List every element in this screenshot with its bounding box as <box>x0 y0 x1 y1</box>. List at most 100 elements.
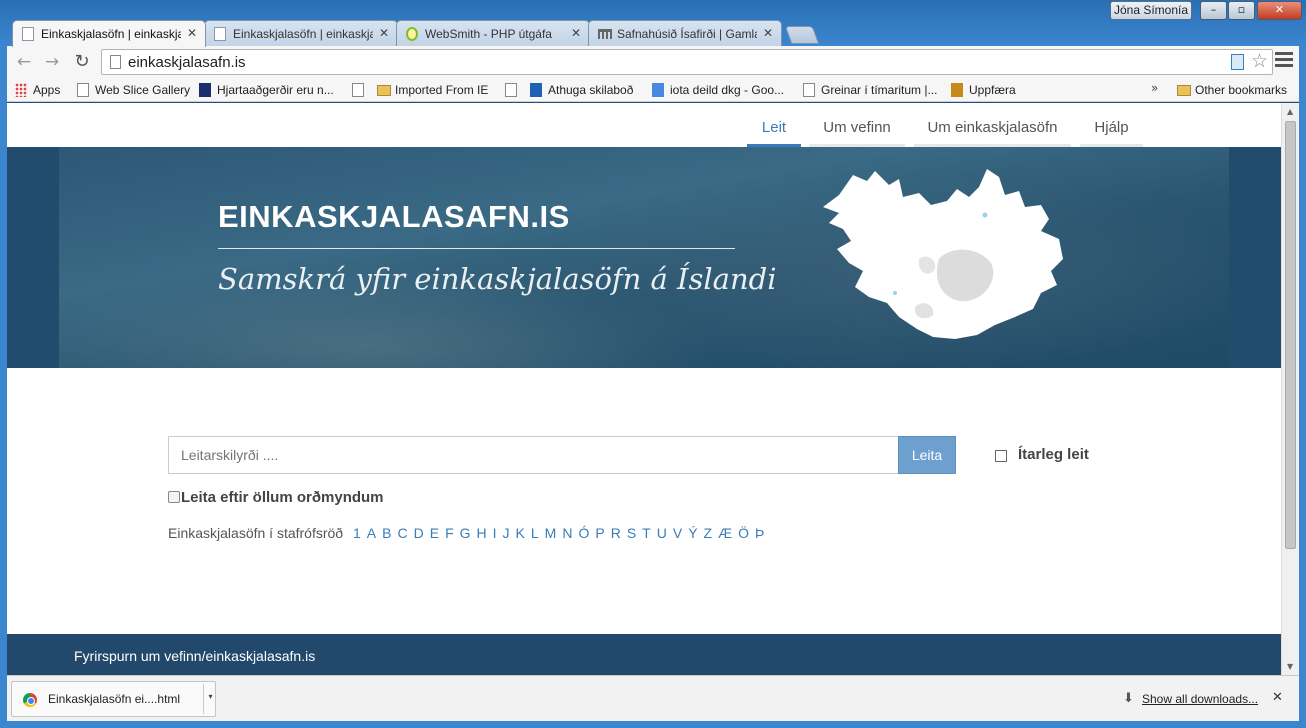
alphabet-letter-link[interactable]: C <box>397 525 407 541</box>
alphabet-letter-link[interactable]: F <box>445 525 454 541</box>
search-field[interactable] <box>168 436 898 474</box>
mbl-icon <box>199 83 211 97</box>
alphabet-letter-link[interactable]: S <box>627 525 636 541</box>
alphabet-letter-link[interactable]: Æ <box>718 525 732 541</box>
bookmark-mbl[interactable]: Hjartaaðgerðir eru n... <box>199 82 334 98</box>
page-icon <box>22 27 34 41</box>
alphabet-letter-link[interactable]: Ö <box>738 525 749 541</box>
scroll-up-arrow-icon[interactable]: ▲ <box>1287 107 1293 116</box>
close-shelf-icon[interactable]: ✕ <box>1272 690 1283 705</box>
reload-icon[interactable]: ↻ <box>70 51 94 73</box>
bookmark-imported-from-ie[interactable]: Imported From IE <box>377 82 488 98</box>
bookmark-greinar[interactable]: Greinar í tímaritum |... <box>803 82 937 98</box>
hero-image: EINKASKJALASAFN.IS Samskrá yfir einkaskj… <box>59 147 1229 368</box>
scroll-down-arrow-icon[interactable]: ▼ <box>1287 662 1293 671</box>
window-frame-left <box>0 46 7 728</box>
bookmark-iota-deild[interactable]: iota deild dkg - Goo... <box>652 82 784 98</box>
download-item[interactable]: Einkaskjalasöfn ei....html ▾ <box>11 681 216 717</box>
hero-title[interactable]: EINKASKJALASAFN.IS <box>218 199 570 235</box>
download-shelf: Einkaskjalasöfn ei....html ▾ ⬇ Show all … <box>7 675 1299 721</box>
site-navigation: Leit Um vefinn Um einkaskjalasöfn Hjálp <box>747 111 1197 147</box>
alphabet-letter-link[interactable]: 1 <box>353 525 361 541</box>
bookmark-star-icon[interactable]: ☆ <box>1251 50 1268 72</box>
hero-subtitle: Samskrá yfir einkaskjalasöfn á Íslandi <box>218 262 777 296</box>
advanced-search-checkbox[interactable] <box>995 450 1007 462</box>
alphabet-letter-link[interactable]: H <box>477 525 487 541</box>
back-arrow-icon[interactable]: ← <box>12 51 36 73</box>
search-input[interactable] <box>169 437 898 473</box>
all-word-forms-checkbox[interactable] <box>168 491 180 503</box>
alphabet-letter-link[interactable]: Ý <box>688 525 697 541</box>
nav-um-einkaskjalasofn[interactable]: Um einkaskjalasöfn <box>914 111 1071 147</box>
footer-contact-link[interactable]: Fyrirspurn um vefinn/einkaskjalasafn.is <box>74 648 315 664</box>
chrome-menu-icon[interactable] <box>1275 52 1293 72</box>
nav-leit[interactable]: Leit <box>747 111 801 147</box>
forward-arrow-icon[interactable]: → <box>40 51 64 73</box>
page-icon <box>214 27 226 41</box>
tab-websmith[interactable]: WebSmith - PHP útgáfa ✕ <box>396 20 590 46</box>
tab-safnahusid[interactable]: Safnahúsið Ísafirði | Gamla sjúkrahúsið … <box>588 20 782 46</box>
alphabet-letter-link[interactable]: P <box>595 525 604 541</box>
download-options-caret-icon[interactable]: ▾ <box>203 684 217 714</box>
alphabet-letter-link[interactable]: T <box>642 525 651 541</box>
alphabet-letter-link[interactable]: K <box>516 525 525 541</box>
alphabet-letter-link[interactable]: J <box>503 525 510 541</box>
tab-einkaskjalasafn-1[interactable]: Einkaskjalasöfn | einkaskjalasafn.is ✕ <box>12 20 206 47</box>
hero-banner: EINKASKJALASAFN.IS Samskrá yfir einkaskj… <box>7 147 1281 368</box>
bookmark-blank-1[interactable] <box>352 82 370 98</box>
bookmark-blank-2[interactable] <box>505 82 523 98</box>
alphabet-letter-link[interactable]: L <box>531 525 539 541</box>
alphabet-letter-link[interactable]: I <box>493 525 497 541</box>
tab-title: Safnahúsið Ísafirði | Gamla sjúkrahúsið <box>617 27 757 41</box>
scrollbar-thumb[interactable] <box>1285 121 1296 549</box>
alphabet-letter-link[interactable]: Z <box>704 525 713 541</box>
alphabet-letter-link[interactable]: Ó <box>578 525 589 541</box>
close-tab-icon[interactable]: ✕ <box>379 26 389 40</box>
alphabet-letter-link[interactable]: M <box>545 525 557 541</box>
bookmark-apps[interactable]: Apps <box>15 82 60 98</box>
profile-button[interactable]: Jóna Símonía <box>1110 1 1192 20</box>
alphabetical-index-label: Einkaskjalasöfn í stafrófsröð <box>168 525 344 541</box>
folder-icon <box>377 85 391 96</box>
folder-icon <box>1177 85 1191 96</box>
websmith-icon <box>406 27 418 41</box>
footer: Fyrirspurn um vefinn/einkaskjalasafn.is <box>7 634 1281 675</box>
alphabet-letter-link[interactable]: N <box>562 525 572 541</box>
alphabet-letter-link[interactable]: R <box>611 525 621 541</box>
close-tab-icon[interactable]: ✕ <box>571 26 581 40</box>
nav-um-vefinn[interactable]: Um vefinn <box>809 111 905 147</box>
nav-hjalp[interactable]: Hjálp <box>1080 111 1143 147</box>
vertical-scrollbar[interactable]: ▲ ▼ <box>1281 103 1299 675</box>
tab-title: WebSmith - PHP útgáfa <box>425 27 552 41</box>
bookmarks-bar: Apps Web Slice Gallery Hjartaaðgerðir er… <box>7 78 1299 102</box>
close-window-button[interactable]: ✕ <box>1257 1 1302 20</box>
minimize-button[interactable]: – <box>1200 1 1227 20</box>
all-word-forms-label[interactable]: Leita eftir öllum orðmyndum <box>181 489 384 506</box>
bookmark-web-slice-gallery[interactable]: Web Slice Gallery <box>77 82 190 98</box>
hero-divider <box>218 248 735 249</box>
address-bar[interactable]: ☆ <box>101 49 1273 75</box>
url-input[interactable] <box>128 53 1208 71</box>
advanced-search-label[interactable]: Ítarleg leit <box>1018 446 1089 463</box>
bookmark-uppfaera[interactable]: Uppfæra <box>951 82 1016 98</box>
bookmark-athuga-skilabod[interactable]: Athuga skilaboð <box>530 82 633 98</box>
close-tab-icon[interactable]: ✕ <box>187 26 197 40</box>
bookmark-other[interactable]: Other bookmarks <box>1177 82 1287 98</box>
search-button[interactable]: Leita <box>898 436 956 474</box>
alphabet-letter-link[interactable]: D <box>414 525 424 541</box>
alphabet-letter-link[interactable]: B <box>382 525 391 541</box>
browser-toolbar: ← → ↻ ☆ <box>7 46 1299 78</box>
document-icon[interactable] <box>1231 54 1244 70</box>
maximize-button[interactable]: ▫ <box>1228 1 1255 20</box>
alphabet-letter-link[interactable]: G <box>460 525 471 541</box>
close-tab-icon[interactable]: ✕ <box>763 26 773 40</box>
alphabet-letter-link[interactable]: U <box>657 525 667 541</box>
alphabet-letter-link[interactable]: Þ <box>755 525 764 541</box>
alphabet-letter-link[interactable]: V <box>673 525 682 541</box>
tab-einkaskjalasafn-2[interactable]: Einkaskjalasöfn | einkaskjalasafn.is ✕ <box>204 20 398 46</box>
alphabet-letter-link[interactable]: E <box>430 525 439 541</box>
show-all-downloads-link[interactable]: Show all downloads... <box>1142 692 1258 706</box>
google-icon <box>652 83 664 97</box>
alphabet-letter-link[interactable]: A <box>367 525 376 541</box>
more-bookmarks-chevron-icon[interactable]: » <box>1151 81 1158 95</box>
